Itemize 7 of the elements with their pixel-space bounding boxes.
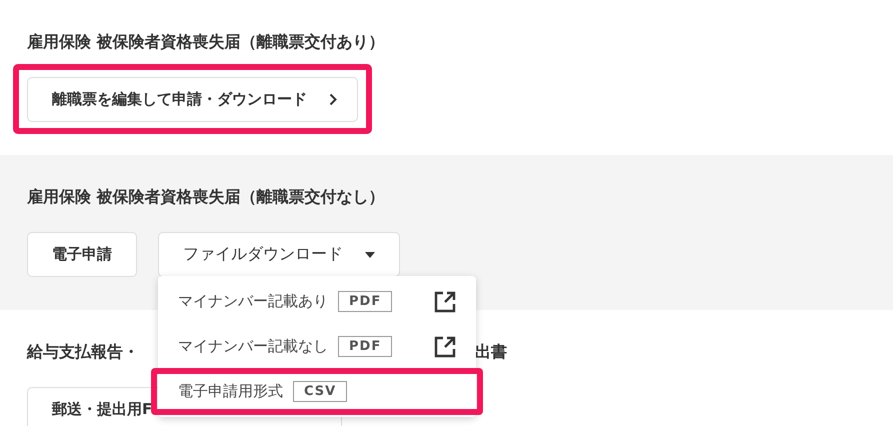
section-title: 給与支払報告・ — [27, 342, 139, 363]
format-tag: PDF — [338, 336, 392, 357]
format-tag: CSV — [293, 381, 348, 402]
section-title: 雇用保険 被保険者資格喪失届（離職票交付あり） — [27, 32, 385, 53]
section-title: 出書 — [475, 342, 507, 363]
format-tag: PDF — [338, 291, 392, 312]
section-title: 雇用保険 被保険者資格喪失届（離職票交付なし） — [27, 187, 385, 208]
